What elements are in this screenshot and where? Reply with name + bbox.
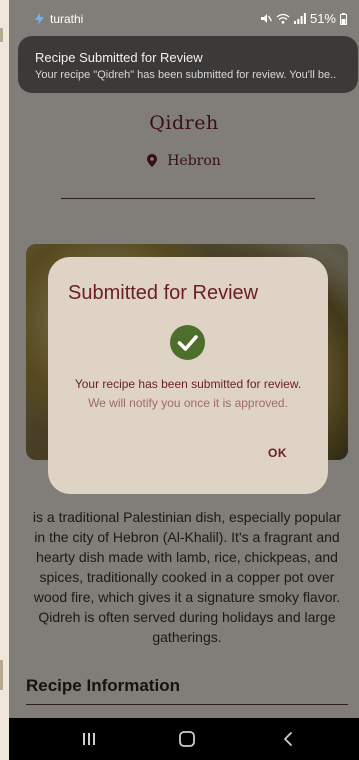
left-edge-strip — [0, 0, 9, 760]
notification-title: Recipe Submitted for Review — [35, 50, 203, 65]
wifi-icon — [276, 13, 290, 24]
notification-banner[interactable]: Recipe Submitted for Review Your recipe … — [18, 36, 358, 93]
ok-button[interactable]: OK — [262, 444, 293, 462]
battery-percent: 51% — [309, 11, 336, 26]
edge-mark — [0, 28, 3, 42]
edge-mark — [0, 660, 3, 690]
system-nav-bar — [9, 718, 359, 760]
mute-icon — [260, 14, 272, 23]
check-circle-icon — [170, 325, 205, 360]
bolt-icon — [35, 13, 44, 25]
status-bar: turathi 51% — [9, 0, 359, 30]
recents-icon[interactable] — [79, 730, 99, 748]
signal-icon — [293, 13, 306, 24]
dialog-message: Your recipe has been submitted for revie… — [74, 377, 302, 391]
dialog-title: Submitted for Review — [68, 282, 259, 304]
review-dialog: Submitted for Review Your recipe has bee… — [48, 257, 328, 494]
status-app-label: turathi — [50, 12, 84, 26]
home-icon[interactable] — [177, 730, 197, 748]
back-icon[interactable] — [279, 730, 299, 748]
dialog-sub-message: We will notify you once it is approved. — [88, 396, 288, 410]
notification-body: Your recipe "Qidreh" has been submitted … — [35, 69, 337, 81]
battery-icon — [340, 12, 347, 25]
